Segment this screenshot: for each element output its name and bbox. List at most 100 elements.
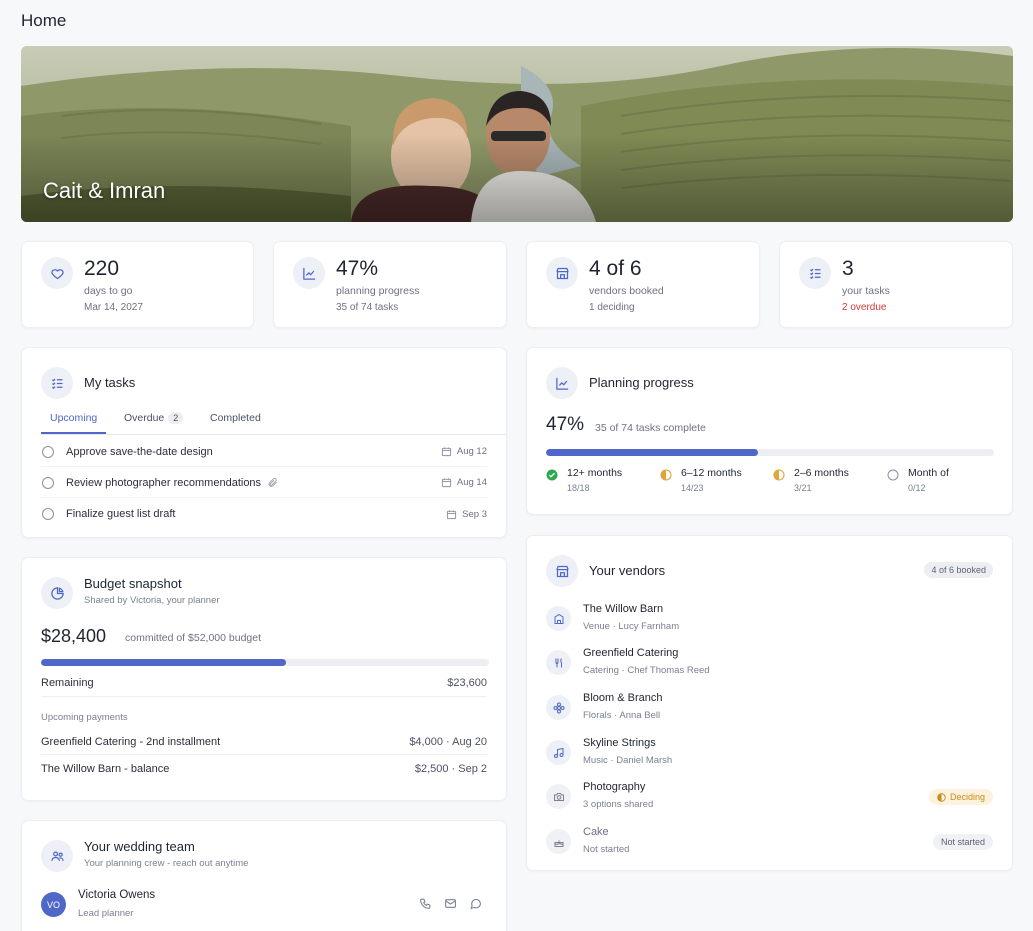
pie-chart-icon (41, 577, 73, 609)
progress-percent: 47% (546, 414, 585, 435)
stat-value: 3 (842, 257, 854, 280)
stat-detail: 35 of 74 tasks (336, 302, 399, 313)
calendar-icon (447, 509, 457, 519)
calendar-icon (441, 447, 451, 457)
vendor-detail: Venue · Lucy Farnham (583, 621, 680, 632)
card-subtitle: Shared by Victoria, your planner (84, 595, 220, 606)
budget-progress-bar (41, 659, 489, 666)
avatar: VO (41, 892, 66, 917)
vendor-detail: Catering · Chef Thomas Reed (583, 665, 710, 676)
vendor-name: Skyline Strings (583, 737, 656, 749)
task-checkbox[interactable] (42, 445, 54, 458)
payment-value: $2,500 · Sep 2 (414, 763, 487, 775)
calendar-icon (441, 478, 451, 488)
status-label: Not started (940, 837, 985, 847)
paperclip-icon (267, 477, 278, 488)
checklist-icon (41, 367, 73, 399)
phase-count: 3/21 (794, 483, 812, 493)
users-icon (41, 840, 73, 872)
vendor-detail: 3 options shared (583, 799, 654, 810)
couple-name: Cait & Imran (43, 178, 166, 203)
message-icon[interactable] (469, 897, 482, 915)
vendor-name: Photography (583, 781, 646, 793)
tab-overdue[interactable]: Overdue 2 (124, 412, 184, 432)
half-circle-icon (660, 468, 672, 486)
checklist-icon (799, 257, 831, 289)
payment-row: The Willow Barn - balance $2,500 · Sep 2 (41, 763, 487, 775)
budget-card: Budget snapshot Shared by Victoria, your… (21, 557, 507, 801)
tab-label: Overdue (124, 412, 165, 424)
store-icon (546, 257, 578, 289)
vendor-detail: Not started (583, 844, 630, 855)
mail-icon[interactable] (444, 897, 457, 915)
status-badge-deciding: Deciding (928, 789, 993, 805)
vendor-row[interactable]: Photography 3 options shared Deciding (546, 781, 993, 821)
vendor-row[interactable]: Bloom & Branch Florals · Anna Bell (546, 692, 993, 732)
trend-icon (546, 367, 578, 399)
tab-upcoming[interactable]: Upcoming (41, 412, 107, 434)
vendor-row[interactable]: Greenfield Catering Catering · Chef Thom… (546, 647, 993, 687)
task-checkbox[interactable] (42, 476, 54, 489)
check-circle-icon (546, 468, 558, 486)
task-date: Sep 3 (462, 508, 487, 520)
phase-label: 6–12 months (681, 467, 742, 479)
stat-label: planning progress (336, 285, 420, 297)
team-card: Your wedding team Your planning crew - r… (21, 820, 507, 931)
stat-value: 47% (336, 257, 379, 280)
task-row[interactable]: Review photographer recommendations Aug … (41, 468, 487, 498)
phase-count: 14/23 (681, 483, 704, 493)
budget-committed: $28,400 (41, 626, 107, 646)
phone-icon[interactable] (419, 897, 432, 915)
vendor-name: Greenfield Catering (583, 647, 679, 659)
stat-detail-overdue[interactable]: 2 overdue (842, 302, 886, 313)
budget-committed-label: committed of $52,000 budget (125, 632, 262, 644)
vendor-row[interactable]: The Willow Barn Venue · Lucy Farnham (546, 603, 993, 643)
card-title: Budget snapshot (84, 576, 182, 591)
card-title: Your wedding team (84, 839, 195, 854)
task-label: Finalize guest list draft (66, 508, 176, 520)
card-title: Planning progress (589, 375, 694, 390)
vendor-row[interactable]: Skyline Strings Music · Daniel Marsh (546, 737, 993, 777)
empty-circle-icon (887, 468, 899, 486)
payment-label: Greenfield Catering - 2nd installment (41, 736, 221, 748)
phase-label: Month of (908, 467, 949, 479)
stat-card-progress: 47% planning progress 35 of 74 tasks (273, 241, 507, 328)
flower-icon (546, 695, 571, 720)
task-checkbox[interactable] (42, 508, 54, 520)
stat-label: your tasks (842, 285, 890, 297)
tab-completed[interactable]: Completed (210, 412, 261, 432)
half-circle-icon (773, 468, 785, 486)
progress-bar-fill (546, 449, 758, 456)
task-tabs: Upcoming Overdue 2 Completed (41, 406, 506, 435)
progress-card: Planning progress 47% 35 of 74 tasks com… (526, 347, 1013, 515)
remaining-row: Remaining $23,600 (41, 677, 487, 689)
store-icon (546, 555, 578, 587)
team-member-actions (419, 897, 482, 915)
stat-card-days: 220 days to go Mar 14, 2027 (21, 241, 254, 328)
tab-label: Completed (210, 412, 261, 424)
task-due: Aug 14 (441, 477, 487, 488)
task-date: Aug 14 (456, 477, 487, 488)
vendor-name: Bloom & Branch (583, 692, 663, 704)
task-label: Review photographer recommendations (66, 476, 262, 489)
divider (41, 696, 487, 697)
task-row[interactable]: Finalize guest list draft Sep 3 (41, 499, 487, 529)
remaining-label: Remaining (41, 677, 94, 689)
task-due: Aug 12 (441, 446, 487, 457)
budget-progress-fill (41, 659, 286, 666)
phase-count: 0/12 (908, 483, 926, 493)
vendor-name: Cake (583, 826, 609, 838)
building-icon (546, 606, 571, 631)
tab-count-badge: 2 (168, 412, 184, 424)
stat-label: days to go (84, 285, 133, 297)
hero-banner: Cait & Imran (21, 46, 1013, 222)
vendor-row[interactable]: Cake Not started Not started (546, 826, 993, 866)
phase-label: 12+ months (567, 467, 623, 479)
hero-photo (21, 46, 1013, 222)
phase-count: 18/18 (567, 483, 590, 493)
task-row[interactable]: Approve save-the-date design Aug 12 (41, 437, 487, 467)
payment-value: $4,000 · Aug 20 (409, 736, 487, 748)
half-circle-icon (937, 792, 946, 802)
divider (41, 754, 487, 755)
vendor-detail: Florals · Anna Bell (583, 710, 661, 721)
